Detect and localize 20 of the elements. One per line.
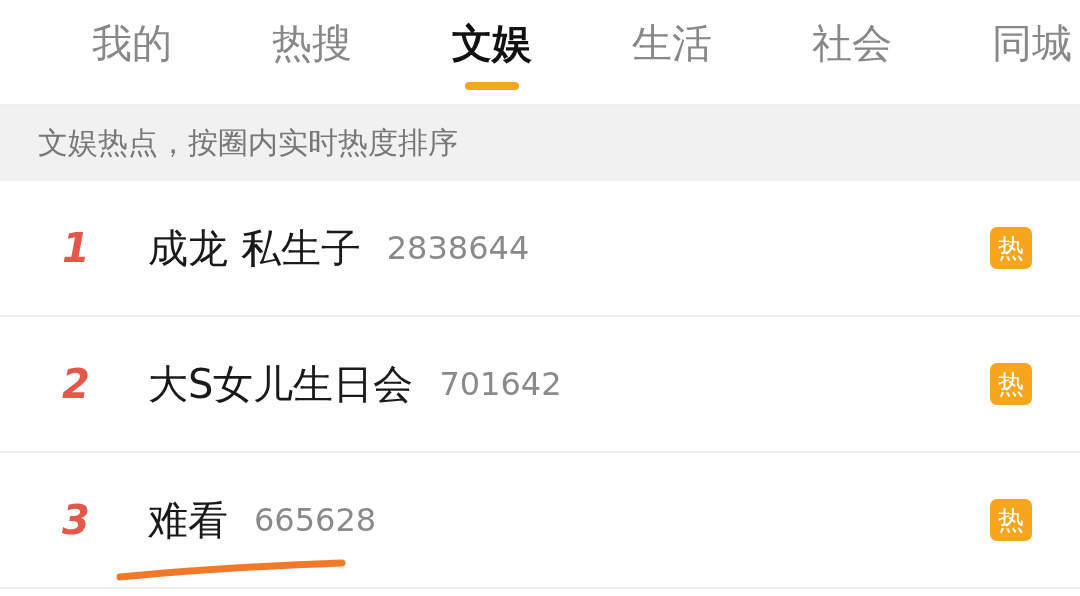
heat-count: 665628 (254, 501, 377, 539)
tab[interactable]: 热搜 (272, 18, 352, 68)
tab[interactable]: 同城 (992, 18, 1072, 68)
tab[interactable]: 我的 (92, 18, 172, 68)
heat-count: 2838644 (386, 229, 530, 267)
rank-number: 3 (61, 497, 91, 543)
notice-text: 文娱热点，按圈内实时热度排序 (0, 105, 1080, 181)
hot-badge: 热 (990, 227, 1032, 269)
heat-count: 701642 (439, 365, 562, 403)
rank-number: 2 (61, 361, 91, 407)
tab-indicator (465, 82, 519, 90)
hot-badge: 热 (990, 499, 1032, 541)
topic-title[interactable]: 大S女儿生日会 (148, 356, 414, 412)
hot-badge: 热 (990, 363, 1032, 405)
tab[interactable]: 社会 (812, 18, 892, 68)
tab[interactable]: 生活 (632, 18, 712, 68)
topic-title[interactable]: 难看 (148, 492, 228, 548)
topic-title[interactable]: 成龙 私生子 (148, 220, 361, 276)
rank-number: 1 (61, 225, 91, 271)
tab[interactable]: 文娱 (452, 18, 532, 68)
